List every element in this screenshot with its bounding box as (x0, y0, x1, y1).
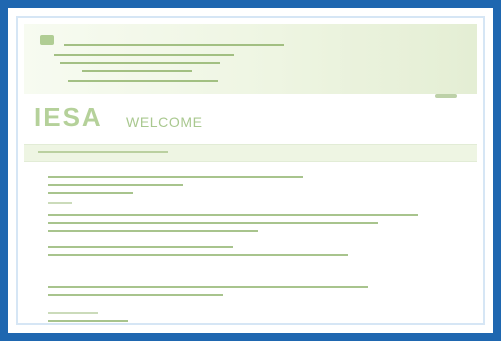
header-link-pill[interactable] (435, 94, 457, 98)
text-line (48, 192, 133, 194)
site-subtitle: WELCOME (126, 114, 203, 130)
header-text-line (54, 54, 234, 56)
header-text-line (60, 62, 220, 64)
site-logo: IESA (34, 102, 103, 132)
screenshot-frame: IESA WELCOME (0, 0, 501, 341)
header-text-line (82, 70, 192, 72)
header-text-line (64, 44, 284, 46)
nav-text-line (38, 151, 168, 153)
text-line (48, 214, 418, 216)
header-banner (24, 24, 477, 94)
text-line (48, 246, 233, 248)
header-mark-icon (40, 35, 54, 45)
text-line (48, 184, 183, 186)
document-page: IESA WELCOME (16, 16, 485, 325)
text-line (48, 320, 128, 322)
text-line (48, 312, 98, 314)
navigation-bar[interactable] (24, 144, 477, 162)
main-content (28, 168, 473, 322)
text-line (48, 286, 368, 288)
text-line (48, 230, 258, 232)
text-line (48, 222, 378, 224)
text-line (48, 254, 348, 256)
text-line (48, 176, 303, 178)
text-line (48, 202, 72, 204)
text-line (48, 294, 223, 296)
header-text-line (68, 80, 218, 82)
